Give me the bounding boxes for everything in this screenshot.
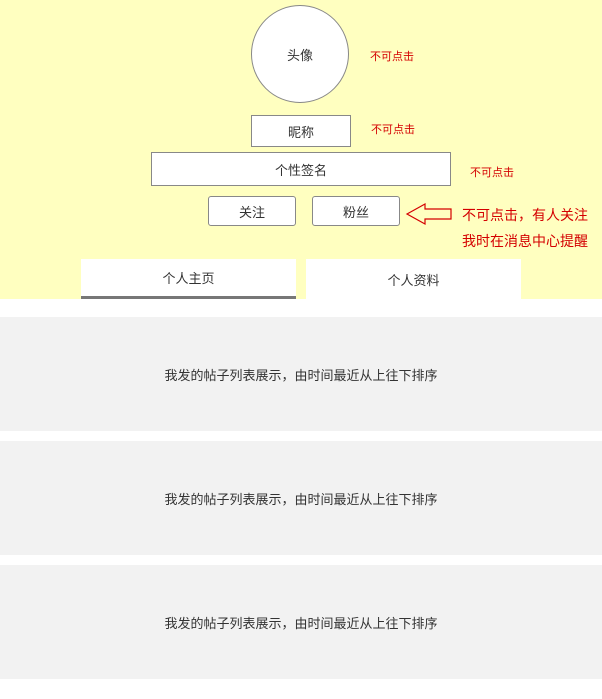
signature-box: 个性签名 <box>151 152 451 186</box>
post-text: 我发的帖子列表展示，由时间最近从上往下排序 <box>164 492 438 508</box>
nickname-note: 不可点击 <box>371 123 415 136</box>
signature-note: 不可点击 <box>470 166 514 179</box>
avatar: 头像 <box>251 5 349 103</box>
tab-profile[interactable]: 个人资料 <box>306 259 521 299</box>
follow-button[interactable]: 关注 <box>208 196 296 226</box>
fans-button[interactable]: 粉丝 <box>312 196 400 226</box>
fans-note-line2: 我时在消息中心提醒 <box>462 234 588 250</box>
post-text: 我发的帖子列表展示，由时间最近从上往下排序 <box>164 616 438 632</box>
nickname-box: 昵称 <box>251 115 351 147</box>
tab-home[interactable]: 个人主页 <box>81 259 296 299</box>
avatar-note: 不可点击 <box>370 50 414 63</box>
post-item[interactable]: 我发的帖子列表展示，由时间最近从上往下排序 <box>0 565 602 679</box>
post-item[interactable]: 我发的帖子列表展示，由时间最近从上往下排序 <box>0 317 602 431</box>
nickname-text: 昵称 <box>287 125 314 141</box>
post-item[interactable]: 我发的帖子列表展示，由时间最近从上往下排序 <box>0 441 602 555</box>
post-text: 我发的帖子列表展示，由时间最近从上往下排序 <box>164 368 438 384</box>
signature-text: 个性签名 <box>274 163 327 179</box>
tab-home-label: 个人主页 <box>162 272 215 287</box>
fans-note-line1: 不可点击，有人关注 <box>462 208 588 224</box>
avatar-label: 头像 <box>286 48 313 64</box>
tab-profile-label: 个人资料 <box>387 273 440 289</box>
follow-button-label: 关注 <box>238 205 265 221</box>
arrow-left-icon <box>405 202 452 226</box>
fans-button-label: 粉丝 <box>342 205 369 221</box>
